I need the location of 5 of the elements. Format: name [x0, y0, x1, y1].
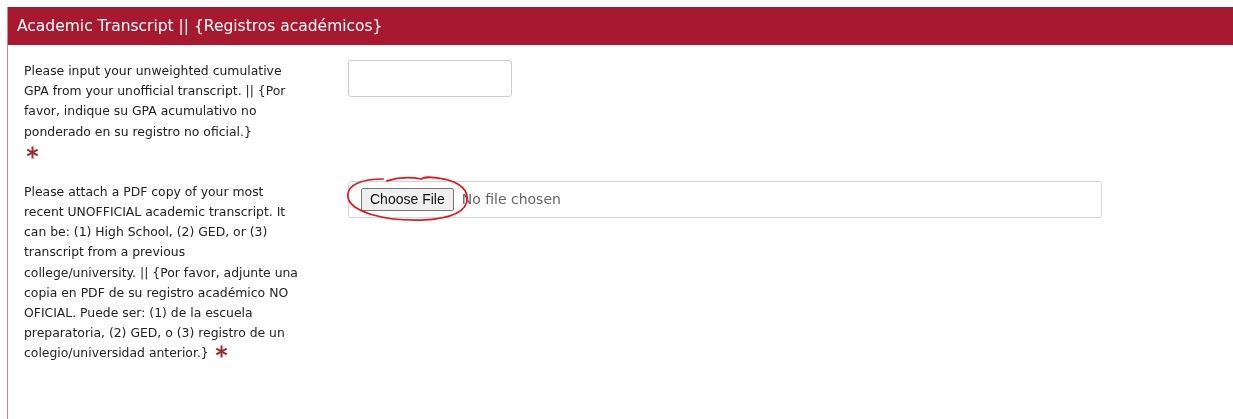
question-label: Please input your unweighted cumulative GPA from your unofficial transcript. || {Por favor, indique su GPA acumulativo no ponderado en su registro no oficial.} [24, 63, 286, 139]
choose-file-button[interactable]: Choose File [361, 187, 454, 211]
panel-title: Academic Transcript || {Registros académicos} [8, 7, 1233, 45]
question-label: Please attach a PDF copy of your most recent UNOFFICIAL academic transcript. It can be: (1) High School, (2) GED, or (3) transcript from a previous college/university. || {Por favor, adjunte una copia en PDF de su registro académico NO OFICIAL. Puede ser: (1) de la escuela preparatoria, (2) GED, o (3) registro de un colegio/universidad anterior.} [24, 183, 298, 361]
gpa-input-field[interactable] [348, 60, 512, 97]
